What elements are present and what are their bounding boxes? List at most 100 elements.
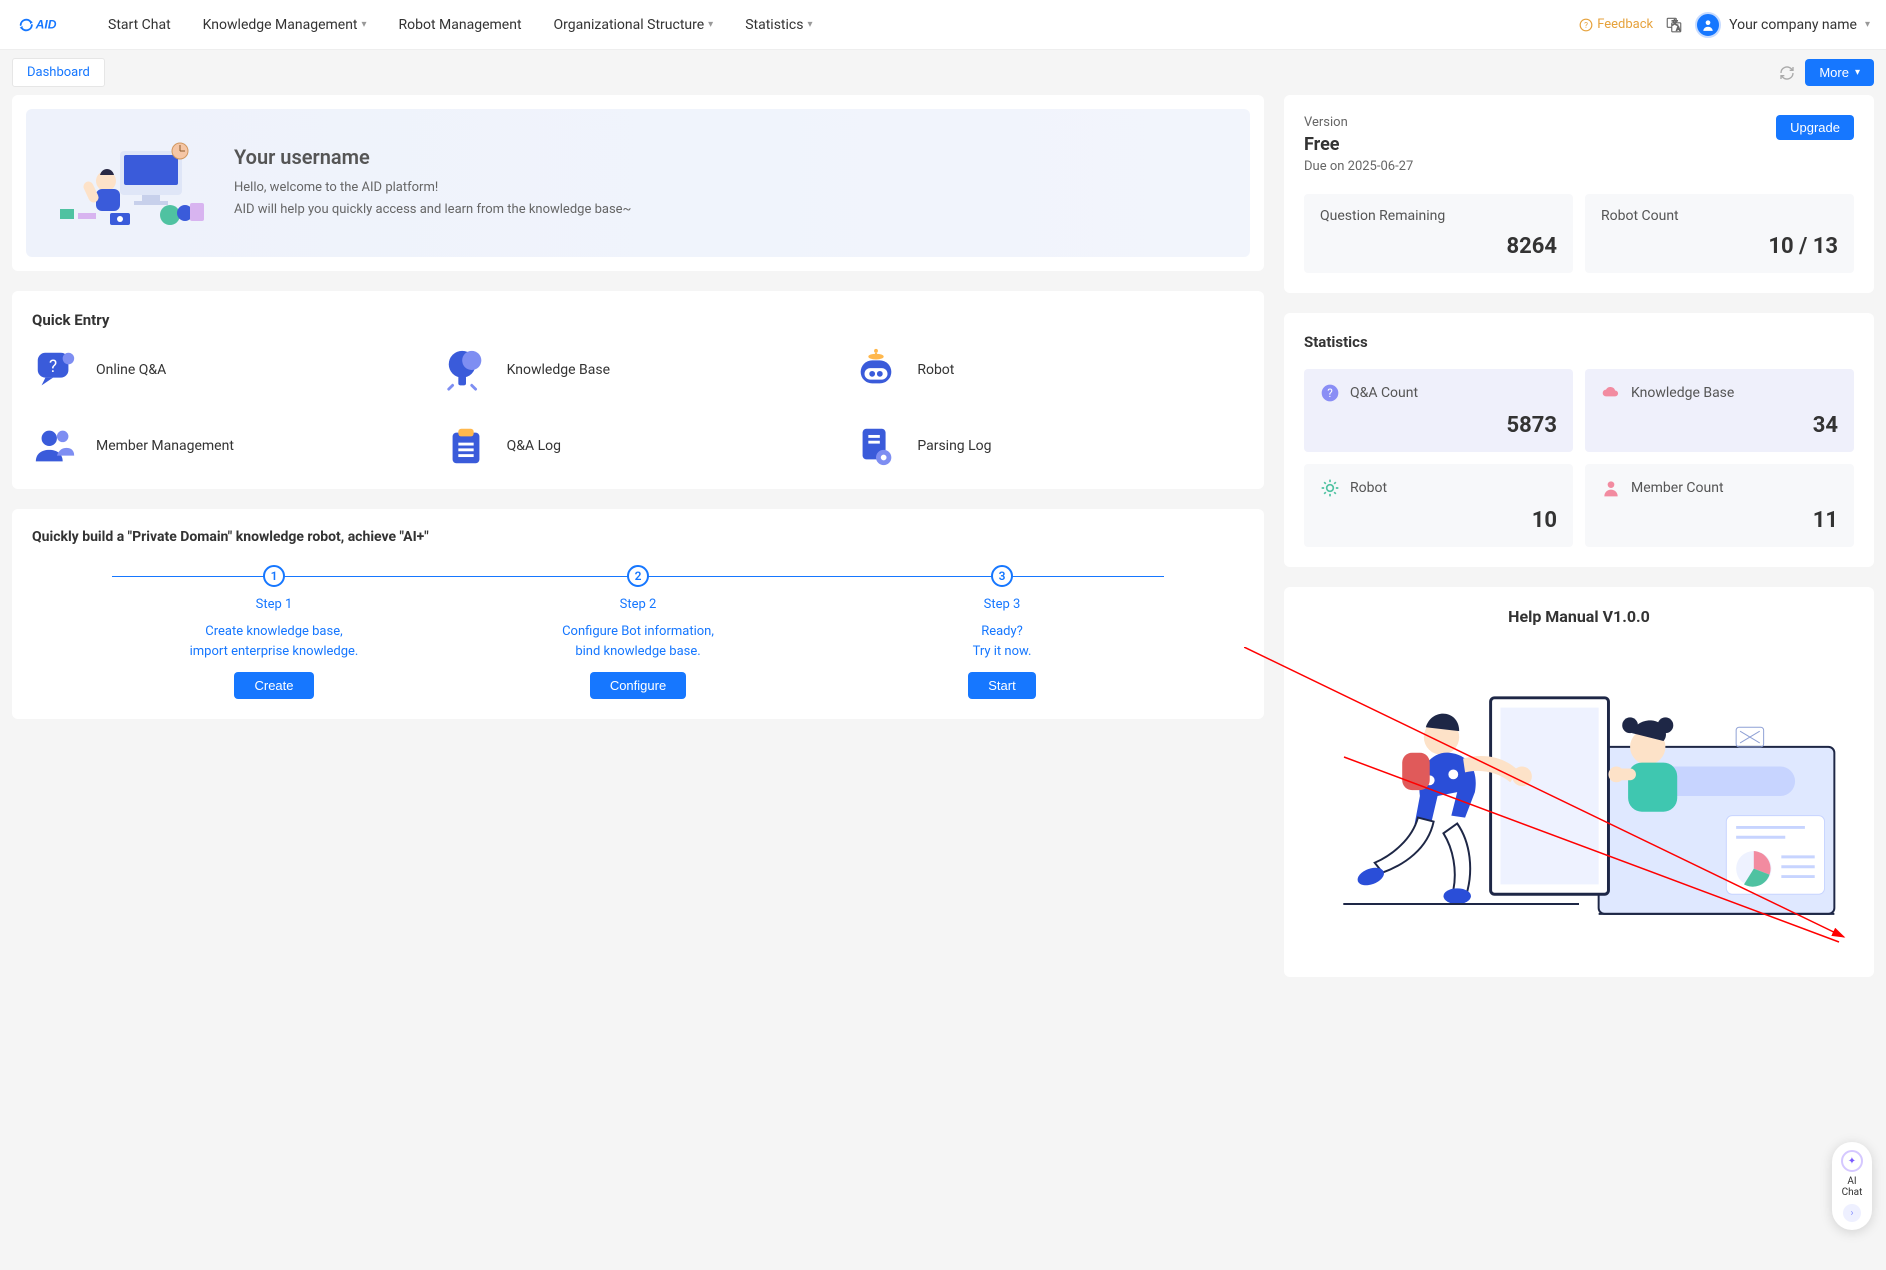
more-button[interactable]: More ▾ bbox=[1805, 59, 1874, 86]
welcome-illustration bbox=[50, 133, 210, 233]
quick-member-management[interactable]: Member Management bbox=[32, 423, 423, 469]
help-manual-title: Help Manual V1.0.0 bbox=[1304, 607, 1854, 626]
topbar: AID Start Chat Knowledge Management▾ Rob… bbox=[0, 0, 1886, 50]
ai-chat-label: AI Chat bbox=[1842, 1176, 1863, 1198]
stat-label: Robot Count bbox=[1601, 208, 1838, 224]
logo[interactable]: AID bbox=[16, 11, 72, 39]
chevron-down-icon: ▾ bbox=[807, 19, 812, 30]
start-button[interactable]: Start bbox=[968, 672, 1035, 699]
nav-start-chat[interactable]: Start Chat bbox=[92, 17, 187, 33]
chevron-down-icon: ▾ bbox=[362, 19, 367, 30]
svg-text:A: A bbox=[1676, 25, 1680, 32]
stat-knowledge-base[interactable]: Knowledge Base 34 bbox=[1585, 369, 1854, 452]
quick-knowledge-base[interactable]: Knowledge Base bbox=[443, 347, 834, 393]
ai-chat-icon: ✦ bbox=[1841, 1150, 1863, 1172]
step-num-badge: 1 bbox=[263, 565, 285, 587]
quick-item-label: Online Q&A bbox=[96, 362, 166, 378]
chevron-down-icon: ▾ bbox=[708, 19, 713, 30]
stat-label: Question Remaining bbox=[1320, 208, 1557, 224]
welcome-card: Your username Hello, welcome to the AID … bbox=[12, 95, 1264, 271]
refresh-icon[interactable] bbox=[1779, 65, 1795, 81]
stat-member-count[interactable]: Member Count 11 bbox=[1585, 464, 1854, 547]
quick-entry-title: Quick Entry bbox=[32, 311, 1244, 329]
quick-robot[interactable]: Robot bbox=[853, 347, 1244, 393]
gear-icon bbox=[1320, 478, 1340, 498]
quick-item-label: Parsing Log bbox=[917, 438, 991, 454]
upgrade-button[interactable]: Upgrade bbox=[1776, 115, 1854, 140]
help-manual-illustration bbox=[1304, 646, 1854, 946]
question-icon: ? bbox=[1579, 18, 1593, 32]
svg-text:?: ? bbox=[1327, 386, 1333, 400]
step-num-badge: 3 bbox=[991, 565, 1013, 587]
chevron-down-icon: ▾ bbox=[1855, 67, 1860, 78]
welcome-line1: Hello, welcome to the AID platform! bbox=[234, 177, 631, 199]
quick-parsing-log[interactable]: Parsing Log bbox=[853, 423, 1244, 469]
main-content: Your username Hello, welcome to the AID … bbox=[0, 95, 1886, 997]
step-3: 3 Step 3 Ready? Try it now. Start bbox=[820, 565, 1184, 699]
feedback-link[interactable]: ? Feedback bbox=[1579, 17, 1653, 32]
step-desc: Configure Bot information, bind knowledg… bbox=[562, 622, 714, 662]
build-title: Quickly build a "Private Domain" knowled… bbox=[32, 529, 1244, 545]
chevron-down-icon: ▾ bbox=[1865, 19, 1870, 30]
stat-value: 11 bbox=[1601, 508, 1838, 533]
svg-text:?: ? bbox=[1584, 19, 1588, 29]
company-name-label: Your company name bbox=[1729, 17, 1857, 33]
stat-value: 8264 bbox=[1320, 234, 1557, 259]
step-label: Step 3 bbox=[984, 597, 1021, 612]
stat-value: 10 / 13 bbox=[1601, 234, 1838, 259]
svg-text:AID: AID bbox=[35, 17, 57, 31]
aid-logo-icon: AID bbox=[16, 11, 72, 39]
avatar-icon bbox=[1695, 12, 1721, 38]
question-circle-icon: ? bbox=[1320, 383, 1340, 403]
main-nav: Start Chat Knowledge Management▾ Robot M… bbox=[92, 17, 829, 33]
step-label: Step 2 bbox=[620, 597, 657, 612]
statistics-title: Statistics bbox=[1304, 333, 1854, 351]
build-steps-card: Quickly build a "Private Domain" knowled… bbox=[12, 509, 1264, 719]
svg-text:?: ? bbox=[49, 357, 57, 377]
quick-item-label: Robot bbox=[917, 362, 954, 378]
welcome-line2: AID will help you quickly access and lea… bbox=[234, 199, 631, 221]
version-card: Version Free Due on 2025-06-27 Upgrade Q… bbox=[1284, 95, 1874, 293]
clipboard-icon bbox=[443, 423, 489, 469]
quick-entry-card: Quick Entry ? Online Q&A Knowledge Base bbox=[12, 291, 1264, 489]
document-gear-icon bbox=[853, 423, 899, 469]
stat-qa-count[interactable]: ? Q&A Count 5873 bbox=[1304, 369, 1573, 452]
nav-org-structure[interactable]: Organizational Structure▾ bbox=[538, 17, 730, 33]
cloud-icon bbox=[1601, 383, 1621, 403]
language-icon[interactable]: 文A bbox=[1665, 16, 1683, 34]
tabbar: Dashboard More ▾ bbox=[0, 50, 1886, 95]
quick-item-label: Knowledge Base bbox=[507, 362, 610, 378]
quick-qa-log[interactable]: Q&A Log bbox=[443, 423, 834, 469]
step-desc: Ready? Try it now. bbox=[973, 622, 1032, 662]
configure-button[interactable]: Configure bbox=[590, 672, 686, 699]
version-label: Version bbox=[1304, 115, 1413, 130]
nav-knowledge-management[interactable]: Knowledge Management▾ bbox=[187, 17, 383, 33]
stat-label: Robot bbox=[1350, 480, 1387, 496]
nav-robot-management[interactable]: Robot Management bbox=[383, 17, 538, 33]
company-dropdown[interactable]: Your company name ▾ bbox=[1695, 12, 1870, 38]
welcome-username: Your username bbox=[234, 145, 631, 169]
step-label: Step 1 bbox=[256, 597, 293, 612]
create-button[interactable]: Create bbox=[234, 672, 313, 699]
step-2: 2 Step 2 Configure Bot information, bind… bbox=[456, 565, 820, 699]
stat-value: 5873 bbox=[1320, 413, 1557, 438]
version-due: Due on 2025-06-27 bbox=[1304, 159, 1413, 174]
stat-label: Q&A Count bbox=[1350, 385, 1418, 401]
stat-robot[interactable]: Robot 10 bbox=[1304, 464, 1573, 547]
chat-question-icon: ? bbox=[32, 347, 78, 393]
nav-statistics[interactable]: Statistics▾ bbox=[729, 17, 828, 33]
stat-question-remaining: Question Remaining 8264 bbox=[1304, 194, 1573, 273]
quick-online-qa[interactable]: ? Online Q&A bbox=[32, 347, 423, 393]
version-tier: Free bbox=[1304, 134, 1413, 155]
step-1: 1 Step 1 Create knowledge base, import e… bbox=[92, 565, 456, 699]
stat-robot-count: Robot Count 10 / 13 bbox=[1585, 194, 1854, 273]
statistics-card: Statistics ? Q&A Count 5873 Knowledge Ba… bbox=[1284, 313, 1874, 567]
person-icon bbox=[1601, 478, 1621, 498]
quick-item-label: Member Management bbox=[96, 438, 234, 454]
stat-value: 10 bbox=[1320, 508, 1557, 533]
stat-value: 34 bbox=[1601, 413, 1838, 438]
tab-dashboard[interactable]: Dashboard bbox=[12, 58, 105, 87]
ai-chat-widget[interactable]: ✦ AI Chat › bbox=[1832, 1142, 1872, 1230]
help-manual-card: Help Manual V1.0.0 bbox=[1284, 587, 1874, 977]
robot-icon bbox=[853, 347, 899, 393]
